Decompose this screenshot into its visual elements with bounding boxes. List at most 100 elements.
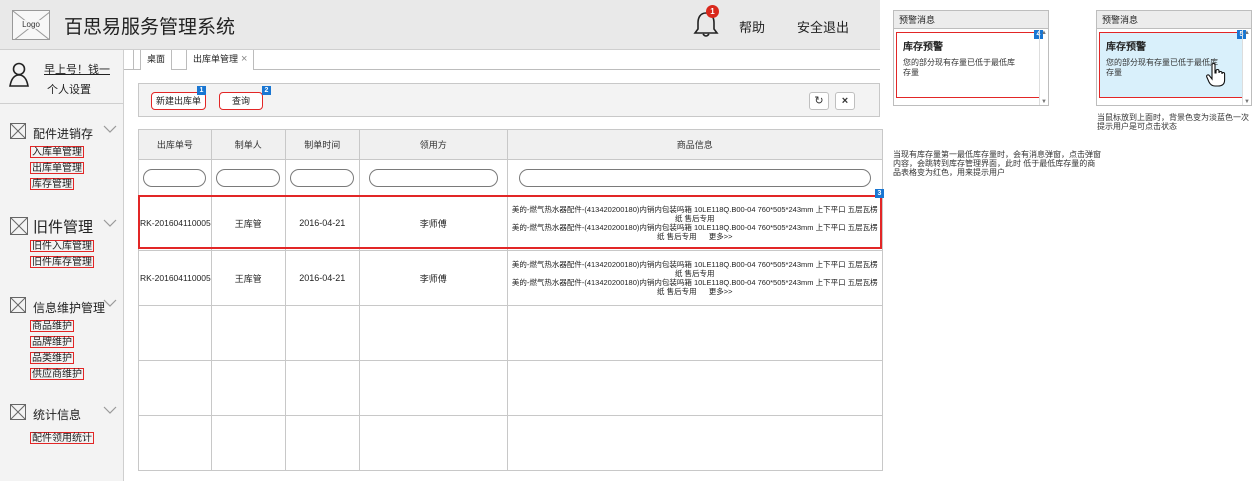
alert-popup-body[interactable]: 库存预警 您的部分现有存量已低于最低库存量 [896, 32, 1040, 98]
menu-label: 信息维护管理 [33, 301, 106, 315]
sidebar-item-brand[interactable]: 品牌维护 [30, 336, 74, 348]
filter-row [138, 159, 883, 196]
alert-heading: 库存预警 [903, 42, 943, 53]
popup-scrollbar[interactable]: ▲ ▼ [1039, 30, 1047, 105]
menu-header-info-maintenance[interactable]: 信息维护管理 [0, 296, 124, 316]
date-cell: 2016-04-21 [284, 250, 360, 306]
tab-desktop[interactable]: 桌面 [140, 50, 173, 70]
filter-cell [138, 159, 212, 196]
order-no-filter-input[interactable] [143, 168, 207, 187]
logo: Logo [12, 10, 50, 40]
outbound-table: 出库单号 制单人 制单时间 领用方 商品信息 RK-201604110005 王… [138, 129, 883, 471]
tab-outbound[interactable]: 出库单管理 × [186, 50, 255, 70]
menu-box-icon [10, 404, 26, 420]
column-header: 领用方 [358, 129, 508, 160]
order-no-cell: RK-201604110005 [138, 195, 212, 251]
notification-badge: 1 [706, 5, 719, 18]
table-row[interactable]: RK-201604110005 王库管 2016-04-21 李师傅 美的-燃气… [138, 250, 883, 306]
tab-bar-gap [124, 50, 134, 70]
column-header: 制单时间 [284, 129, 360, 160]
popup-scrollbar[interactable]: ▲ ▼ [1242, 30, 1250, 105]
column-header: 出库单号 [138, 129, 212, 160]
empty-table-row [138, 305, 883, 361]
empty-table-row [138, 415, 883, 471]
scroll-down-icon: ▼ [1041, 99, 1047, 105]
table-header-row: 出库单号 制单人 制单时间 领用方 商品信息 [138, 129, 883, 160]
sidebar-item-usage-stats[interactable]: 配件领用统计 [30, 432, 94, 444]
goods-filter-input[interactable] [518, 168, 871, 187]
alert-heading: 库存预警 [1106, 42, 1146, 53]
menu-group-statistics: 统计信息 配件领用统计 [0, 403, 124, 444]
maker-cell: 王库管 [210, 195, 286, 251]
date-filter-input[interactable] [290, 168, 355, 187]
tab-bar: 桌面 出库单管理 × [124, 50, 880, 70]
chevron-down-icon [103, 406, 117, 414]
more-link[interactable]: 更多>> [709, 287, 733, 296]
alert-popup-default: 预警消息 库存预警 您的部分现有存量已低于最低库存量 4 ▲ ▼ [893, 10, 1049, 106]
sidebar-item-outbound[interactable]: 出库单管理 [30, 162, 84, 174]
user-greeting: 早上号！钱一 [44, 64, 110, 76]
annotation-marker: 3 [875, 189, 884, 198]
hand-pointer-icon [1206, 63, 1226, 87]
alert-text: 您的部分现有存量已低于最低库存量 [903, 58, 1015, 77]
empty-table-row [138, 360, 883, 416]
filter-cell [358, 159, 508, 196]
hover-annotation-note: 当鼠标放到上面时，背景色变为淡蓝色一次提示用户是可点击状态 [1097, 113, 1249, 131]
popup-title: 预警消息 [1097, 11, 1251, 29]
goods-cell: 美的-燃气热水器配件-(413420200180)内销内包装吗箱 10LE118… [506, 250, 883, 306]
popup-title: 预警消息 [894, 11, 1048, 29]
annotation-marker: 2 [262, 86, 271, 95]
menu-label: 统计信息 [33, 408, 82, 422]
filter-cell [284, 159, 360, 196]
help-link[interactable]: 帮助 [739, 17, 765, 36]
menu-box-icon [10, 123, 26, 139]
column-header: 商品信息 [506, 129, 883, 160]
filter-cell [210, 159, 286, 196]
sidebar-item-old-stock[interactable]: 旧件库存管理 [30, 256, 94, 268]
close-icon[interactable]: × [835, 92, 855, 110]
chevron-down-icon [103, 219, 117, 227]
sidebar-divider [0, 103, 124, 104]
menu-header-parts-inventory[interactable]: 配件进销存 [0, 122, 124, 142]
scroll-up-icon: ▲ [1041, 30, 1047, 36]
order-no-cell: RK-201604110005 [138, 250, 212, 306]
scroll-down-icon: ▼ [1244, 99, 1250, 105]
sidebar-item-supplier[interactable]: 供应商维护 [30, 368, 84, 380]
menu-header-old-parts[interactable]: 旧件管理 [0, 216, 124, 236]
goods-text: 美的-燃气热水器配件-(413420200180)内销内包装吗箱 10LE118… [511, 223, 878, 241]
tab-label: 桌面 [147, 54, 166, 64]
menu-box-icon [10, 217, 28, 235]
more-link[interactable]: 更多>> [709, 232, 733, 241]
menu-group-parts-inventory: 配件进销存 入库单管理 出库单管理 库存管理 [0, 122, 124, 190]
alert-popup-body-hover[interactable]: 库存预警 您的部分现有存量已低于最低库存量 [1099, 32, 1243, 98]
refresh-icon[interactable]: ↻ [809, 92, 829, 110]
sidebar-item-old-inbound[interactable]: 旧件入库管理 [30, 240, 94, 252]
top-header: Logo 百思易服务管理系统 1 帮助 安全退出 [0, 0, 880, 50]
user-icon [9, 62, 29, 87]
menu-header-statistics[interactable]: 统计信息 [0, 403, 124, 423]
menu-label: 旧件管理 [33, 219, 94, 236]
recipient-cell: 李师傅 [358, 195, 508, 251]
chevron-down-icon [103, 299, 117, 307]
recipient-cell: 李师傅 [358, 250, 508, 306]
app-title: 百思易服务管理系统 [64, 17, 236, 38]
sidebar-item-stock[interactable]: 库存管理 [30, 178, 74, 190]
close-icon[interactable]: × [241, 53, 247, 65]
sidebar-item-category[interactable]: 品类维护 [30, 352, 74, 364]
sidebar-item-inbound[interactable]: 入库单管理 [30, 146, 84, 158]
recipient-filter-input[interactable] [368, 168, 498, 187]
alert-popup-hover: 预警消息 库存预警 您的部分现有存量已低于最低库存量 5 ▲ ▼ [1096, 10, 1252, 106]
column-header: 制单人 [210, 129, 286, 160]
sidebar: 早上号！钱一 个人设置 配件进销存 入库单管理 出库单管理 库存管理 旧件管理 … [0, 50, 124, 481]
personal-settings-link[interactable]: 个人设置 [47, 81, 91, 97]
logout-link[interactable]: 安全退出 [797, 17, 849, 36]
maker-cell: 王库管 [210, 250, 286, 306]
table-row[interactable]: RK-201604110005 王库管 2016-04-21 李师傅 美的-燃气… [138, 195, 883, 251]
annotation-marker: 1 [197, 86, 206, 95]
query-button[interactable]: 查询 [219, 92, 264, 110]
sidebar-item-goods[interactable]: 商品维护 [30, 320, 74, 332]
menu-group-old-parts: 旧件管理 旧件入库管理 旧件库存管理 [0, 216, 124, 268]
menu-label: 配件进销存 [33, 127, 94, 141]
date-cell: 2016-04-21 [284, 195, 360, 251]
maker-filter-input[interactable] [216, 168, 281, 187]
